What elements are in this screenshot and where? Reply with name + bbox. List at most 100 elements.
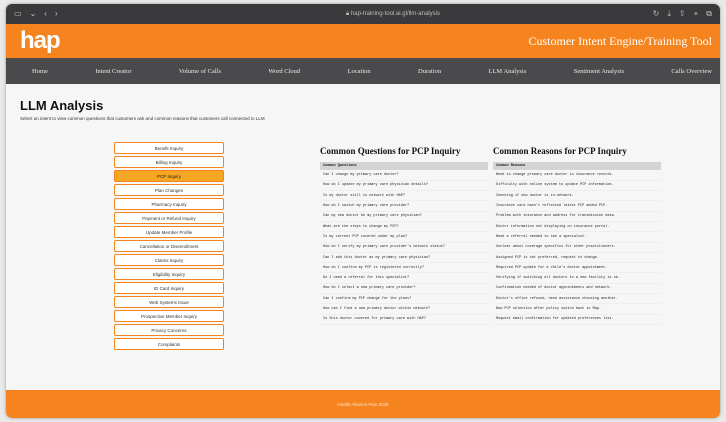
table-cell: Can I change my primary care doctor? (320, 170, 488, 181)
table-cell: Confirmation needed of doctor appointmen… (493, 283, 661, 295)
reload-icon[interactable]: ↻ (653, 10, 660, 18)
tabs-overview-icon[interactable]: ⧉ (706, 10, 712, 18)
questions-column-header: Common Questions (320, 162, 488, 170)
chevron-down-icon[interactable]: ⌄ (30, 10, 37, 18)
intent-button[interactable]: Privacy Concerns (114, 324, 224, 336)
table-cell: Required PCP update for a child's doctor… (493, 262, 661, 274)
reasons-column-header: Common Reasons (493, 162, 661, 170)
table-cell: Can I confirm my PCP change for the plan… (320, 293, 488, 305)
app-title: Customer Intent Engine/Training Tool (528, 33, 713, 48)
table-row: New PCP selection after policy switch ba… (493, 303, 661, 315)
intent-button[interactable]: Plan Changes (114, 184, 224, 196)
browser-window: ▭ ⌄ ‹ › 🔒︎ hap-training-tool.ai.gl/llm-a… (6, 4, 720, 418)
table-row: Can my new doctor be my primary care phy… (320, 211, 488, 222)
table-row: Can I add this doctor as my primary care… (320, 252, 488, 264)
share-icon[interactable]: ⇧ (679, 10, 686, 18)
table-row: Doctor information not displaying on ins… (493, 221, 661, 233)
table-row: How do I select a new primary care provi… (320, 283, 488, 295)
table-cell: How do I switch my primary care provider… (320, 200, 488, 212)
table-cell: How do I verify my primary care provider… (320, 242, 488, 253)
table-row: Request email confirmation for updated p… (493, 314, 661, 325)
intent-button[interactable]: Benefit Inquiry (114, 142, 224, 154)
table-row: Is my doctor still in network with HAP? (320, 190, 488, 202)
table-row: How do I update my primary care physicia… (320, 180, 488, 192)
reasons-panel: Common Reasons for PCP Inquiry Common Re… (493, 146, 661, 325)
table-cell: How do I update my primary care physicia… (320, 180, 488, 192)
intent-button[interactable]: Claims Inquiry (114, 254, 224, 266)
hap-logo[interactable]: hap (20, 27, 61, 55)
page-subtitle: Select an intent to view common question… (20, 116, 265, 121)
table-cell: Can my new doctor be my primary care phy… (320, 211, 488, 222)
table-row: Insurance card hasn't reflected latest P… (493, 200, 661, 212)
table-cell: Unclear about coverage specifics for oth… (493, 242, 661, 253)
intent-button[interactable]: ID Card Inquiry (114, 282, 224, 294)
table-row: Need a referral needed to see a speciali… (493, 231, 661, 243)
intent-button[interactable]: Billing Inquiry (114, 156, 224, 168)
table-cell: Doctor information not displaying on ins… (493, 221, 661, 233)
table-row: Assigned PCP is not preferred, request t… (493, 252, 661, 264)
table-row: How can I find a new primary doctor with… (320, 303, 488, 315)
lock-icon: 🔒︎ (346, 10, 350, 17)
browser-toolbar: ▭ ⌄ ‹ › 🔒︎ hap-training-tool.ai.gl/llm-a… (6, 4, 720, 24)
table-cell: Is this doctor covered for primary care … (320, 314, 488, 325)
table-row: Verifying if switching all doctors to a … (493, 272, 661, 284)
table-cell: Verifying if switching all doctors to a … (493, 272, 661, 284)
nav-item[interactable]: Word Cloud (268, 68, 300, 75)
nav-item[interactable]: Calls Overview (671, 68, 712, 75)
nav-item[interactable]: Location (348, 68, 371, 75)
nav-item[interactable]: Duration (418, 68, 441, 75)
intent-button[interactable]: Prospective Member Inquiry (114, 310, 224, 322)
intent-button[interactable]: Pharmacy Inquiry (114, 198, 224, 210)
table-cell: Is my doctor still in network with HAP? (320, 190, 488, 202)
reasons-table: Common Reasons Need to change primary ca… (493, 162, 661, 325)
address-bar[interactable]: 🔒︎ hap-training-tool.ai.gl/llm-analysis (194, 11, 592, 18)
intent-button[interactable]: PCP Inquiry (114, 170, 224, 182)
table-cell: Checking if new doctor is in-network. (493, 190, 661, 202)
sidebar-toggle-icon[interactable]: ▭ (14, 10, 22, 18)
table-cell: Need a referral needed to see a speciali… (493, 231, 661, 243)
intent-button[interactable]: Payment or Refund Inquiry (114, 212, 224, 224)
table-cell: How can I find a new primary doctor with… (320, 303, 488, 315)
table-cell: Is my current PCP covered under my plan? (320, 231, 488, 243)
intent-button[interactable]: Cancellation or Disenrollment (114, 240, 224, 252)
nav-item[interactable]: Intent Creator (95, 68, 131, 75)
table-cell: What are the steps to change my PCP? (320, 221, 488, 233)
table-cell: Problem with insurance and address for t… (493, 211, 661, 222)
questions-table: Common Questions Can I change my primary… (320, 162, 488, 325)
table-cell: Request email confirmation for updated p… (493, 314, 661, 325)
intent-button[interactable]: Eligibility Inquiry (114, 268, 224, 280)
reasons-heading: Common Reasons for PCP Inquiry (493, 146, 627, 156)
nav-item[interactable]: Sentiment Analysis (574, 68, 624, 75)
table-cell: Do I need a referral for this specialist… (320, 272, 488, 284)
table-row: What are the steps to change my PCP? (320, 221, 488, 233)
questions-heading: Common Questions for PCP Inquiry (320, 146, 461, 156)
page-title: LLM Analysis (20, 98, 104, 113)
table-row: How do I switch my primary care provider… (320, 200, 488, 212)
table-cell: How do I select a new primary care provi… (320, 283, 488, 295)
intent-button[interactable]: Update Member Profile (114, 226, 224, 238)
new-tab-icon[interactable]: + (694, 10, 699, 18)
address-text: hap-training-tool.ai.gl/llm-analysis (350, 10, 440, 17)
main-content: LLM Analysis Select an intent to view co… (6, 84, 720, 390)
questions-panel: Common Questions for PCP Inquiry Common … (320, 146, 488, 325)
table-row: Can I change my primary care doctor? (320, 170, 488, 181)
table-row: Problem with insurance and address for t… (493, 211, 661, 222)
download-icon[interactable]: ⤓ (667, 10, 671, 18)
table-row: Doctor's office refused, need assistance… (493, 293, 661, 305)
table-row: Difficulty with online system to update … (493, 180, 661, 192)
intent-button[interactable]: Web Systems Issue (114, 296, 224, 308)
table-row: Required PCP update for a child's doctor… (493, 262, 661, 274)
table-row: How do I verify my primary care provider… (320, 242, 488, 253)
back-icon[interactable]: ‹ (44, 10, 47, 18)
table-row: Do I need a referral for this specialist… (320, 272, 488, 284)
nav-item[interactable]: LLM Analysis (488, 68, 526, 75)
intent-button[interactable]: Complaints (114, 338, 224, 350)
forward-icon[interactable]: › (55, 10, 58, 18)
table-row: Can I confirm my PCP change for the plan… (320, 293, 488, 305)
table-cell: Assigned PCP is not preferred, request t… (493, 252, 661, 264)
site-footer: Health Alliance Plan 2025 (6, 390, 720, 418)
table-row: How do I confirm my PCP is registered co… (320, 262, 488, 274)
nav-item[interactable]: Home (32, 68, 48, 75)
main-nav: Home Intent Creator Volume of Calls Word Cl… (6, 58, 720, 84)
nav-item[interactable]: Volume of Calls (179, 68, 221, 75)
